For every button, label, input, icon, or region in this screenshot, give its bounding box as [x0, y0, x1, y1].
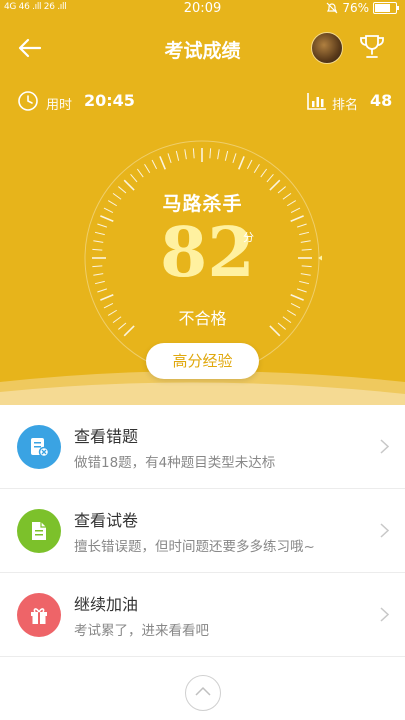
- wrong-questions-icon: [31, 438, 50, 458]
- battery-icon: [373, 2, 399, 14]
- gauge-tick: [151, 159, 158, 170]
- rank-label: 排名: [332, 98, 359, 113]
- gift-icon: [31, 608, 47, 624]
- gauge-tick: [192, 148, 195, 159]
- time-value: 20:45: [84, 91, 135, 110]
- icon-circle: [17, 425, 61, 469]
- status-bar: 4G 46 .ıll 26 .ıll 20:09 76%: [0, 0, 405, 20]
- list-item-wrong-questions[interactable]: 查看错题 做错18题，有4种题目类型未达标: [0, 405, 405, 489]
- page-title: 考试成绩: [164, 40, 241, 62]
- score-value: 82: [160, 213, 255, 293]
- gauge-tick: [209, 148, 212, 159]
- gauge-tick: [100, 293, 114, 301]
- chevron-up-icon: [195, 686, 211, 696]
- gauge-tick: [300, 273, 311, 276]
- gauge-tick: [92, 248, 103, 251]
- nav-bar: 考试成绩: [0, 28, 405, 68]
- list-item-title: 查看试卷: [74, 511, 139, 530]
- score-title: 马路杀手: [162, 193, 243, 215]
- gauge-tick: [290, 215, 304, 223]
- gauge-tick: [253, 163, 260, 173]
- gauge-tick: [301, 265, 312, 268]
- scroll-up-button[interactable]: [185, 675, 221, 711]
- clock-icon: [18, 91, 38, 111]
- gauge-tick: [237, 156, 245, 170]
- exam-paper-icon: [32, 522, 46, 540]
- gauge-tick: [296, 223, 307, 228]
- gauge-tick: [130, 174, 138, 183]
- gauge-tick: [175, 150, 180, 161]
- gauge-tick: [300, 240, 311, 243]
- alarm-icon: [326, 2, 338, 14]
- gauge-tick: [301, 248, 312, 251]
- gauge-tick: [224, 150, 229, 161]
- icon-circle: [17, 509, 61, 553]
- gauge-tick: [93, 273, 104, 276]
- gauge-tick: [100, 215, 114, 223]
- list-item-keep-going[interactable]: 继续加油 考试累了，进来看看吧: [0, 573, 405, 657]
- pass-status: 不合格: [178, 309, 227, 328]
- gauge-tick: [246, 159, 253, 170]
- gauge-tick: [217, 149, 220, 160]
- list-item-exam-paper[interactable]: 查看试卷 擅长错误题，但时间题还要多多练习哦~: [0, 489, 405, 573]
- list-item-title: 继续加油: [74, 595, 139, 614]
- time-label: 用时: [46, 98, 73, 113]
- score-unit: 分: [243, 231, 254, 244]
- gauge-tick: [290, 293, 304, 301]
- list-item-subtitle: 做错18题，有4种题目类型未达标: [74, 455, 276, 471]
- gauge-tick: [167, 153, 172, 164]
- list-item-title: 查看错题: [74, 427, 139, 446]
- chevron-right-icon: [380, 607, 389, 622]
- gauge-tick: [299, 231, 310, 236]
- gauge-tick: [299, 280, 310, 285]
- gauge-tick: [296, 288, 307, 293]
- gauge-tick: [136, 168, 144, 178]
- gauge-tick: [97, 288, 108, 293]
- chevron-right-icon: [380, 523, 389, 538]
- gauge-tick: [184, 149, 187, 160]
- battery-percent: 76%: [342, 1, 369, 15]
- gauge-tick: [144, 163, 151, 173]
- gauge-tick: [260, 168, 268, 178]
- list-item-subtitle: 擅长错误题，但时间题还要多多练习哦~: [74, 539, 315, 555]
- action-list: 查看错题 做错18题，有4种题目类型未达标 查看试卷 擅长错误题，但时间题还要多…: [0, 405, 405, 657]
- gauge-tick: [266, 174, 274, 183]
- list-item-subtitle: 考试累了，进来看看吧: [74, 623, 209, 639]
- high-score-tips-button[interactable]: 高分经验: [146, 343, 259, 379]
- score-header-panel: 4G 46 .ıll 26 .ıll 20:09 76% 考试成绩 用时 20:…: [0, 0, 405, 405]
- ranking-bars-icon: [307, 93, 326, 110]
- gauge-tick: [94, 231, 105, 236]
- rank-value: 48: [370, 91, 393, 110]
- gauge-tick: [93, 240, 104, 243]
- gauge-tick: [159, 156, 167, 170]
- chevron-right-icon: [380, 439, 389, 454]
- stats-row: 用时 20:45 排名 48: [0, 88, 405, 116]
- gauge-tick: [232, 153, 237, 164]
- gauge-tick: [94, 280, 105, 285]
- icon-circle: [17, 593, 61, 637]
- gauge-tick: [92, 265, 103, 268]
- trophy-icon[interactable]: [357, 32, 387, 62]
- gauge-tick: [97, 223, 108, 228]
- avatar[interactable]: [311, 32, 343, 64]
